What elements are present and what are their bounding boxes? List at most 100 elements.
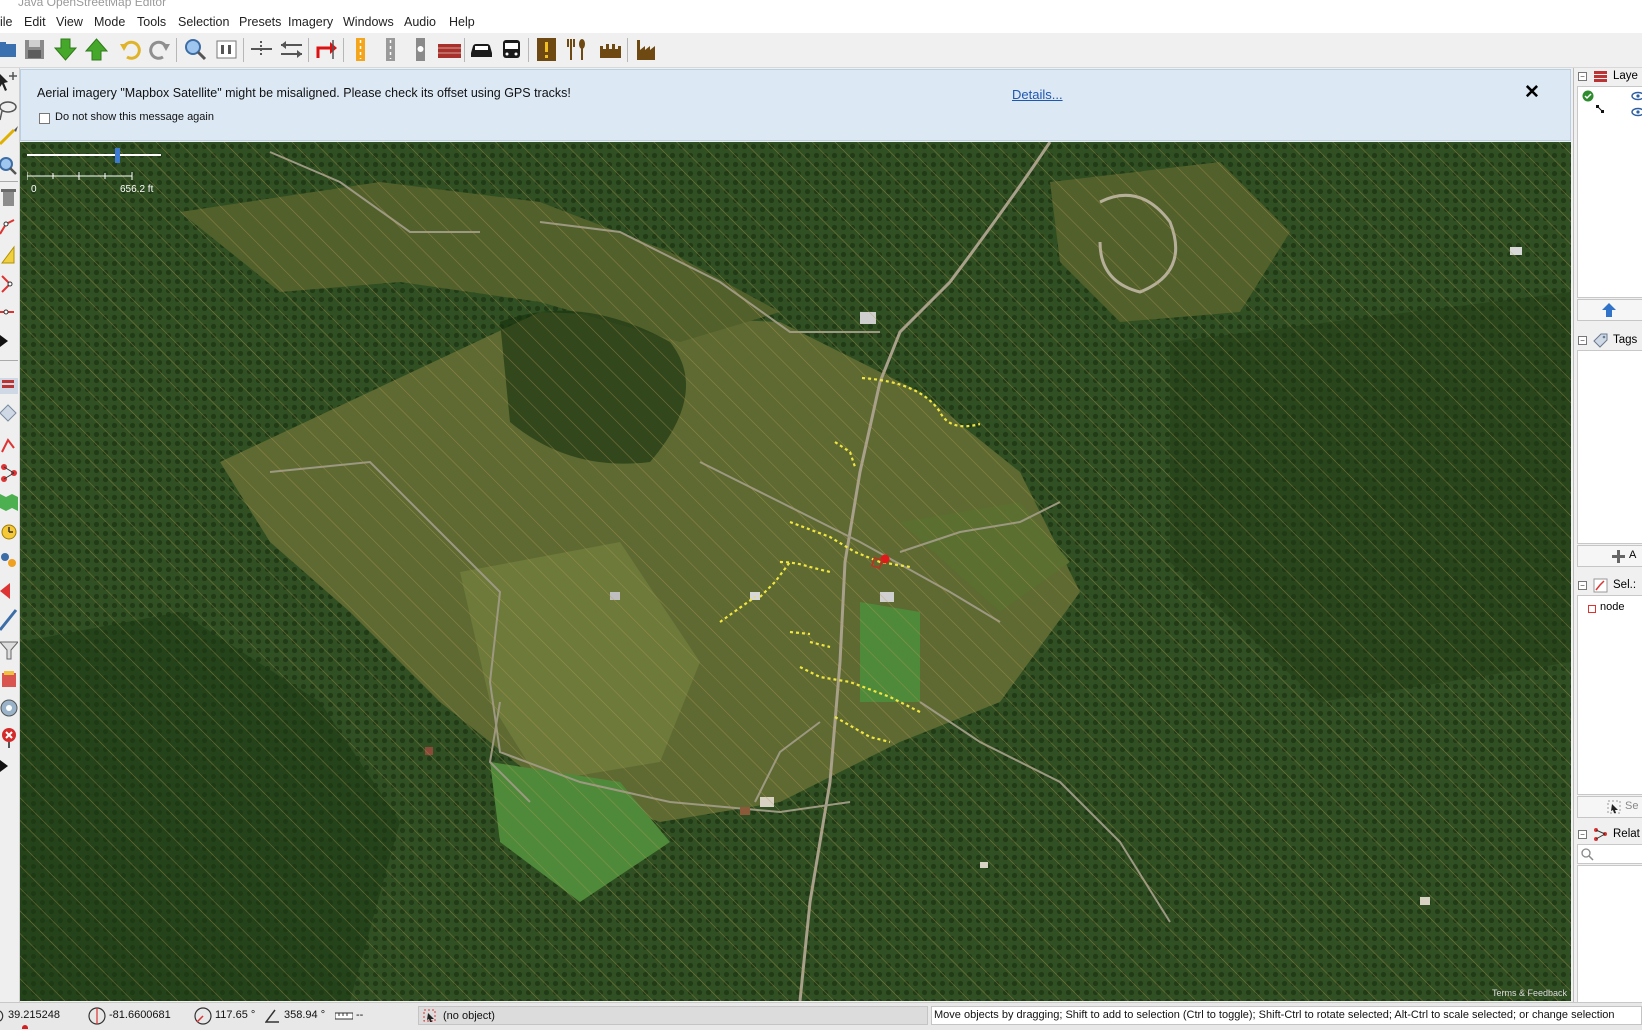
angle-value: 358.94 °	[284, 1009, 326, 1021]
warning-icon[interactable]	[533, 36, 560, 63]
window-title: Java OpenStreetMap Editor	[18, 0, 167, 9]
layers-dialog-title[interactable]: − Laye	[1574, 68, 1642, 86]
restaurant-icon[interactable]	[563, 36, 590, 63]
menu-presets[interactable]: Presets	[239, 15, 281, 29]
tags-toggle-icon[interactable]	[0, 403, 18, 427]
menu-windows[interactable]: Windows	[343, 15, 394, 29]
download-icon[interactable]	[52, 36, 79, 63]
menu-view[interactable]: View	[56, 15, 83, 29]
visibility-eye-icon[interactable]	[1631, 107, 1642, 117]
lasso-mode-icon[interactable]	[0, 98, 18, 122]
split-icon[interactable]	[0, 214, 18, 238]
menu-edit[interactable]: Edit	[24, 15, 46, 29]
zoom-mode-icon[interactable]	[0, 154, 18, 178]
dont-show-again-checkbox[interactable]	[39, 113, 50, 124]
traffic-light-icon[interactable]	[407, 36, 434, 63]
map-view[interactable]: 0 656.2 ft Terms & Feedback	[20, 142, 1571, 1001]
toolbar-separator	[176, 38, 177, 62]
visibility-eye-icon[interactable]	[1631, 91, 1642, 101]
measure-icon[interactable]	[0, 432, 18, 456]
layers-toggle-icon[interactable]	[0, 373, 18, 397]
collapse-toggle-icon[interactable]: −	[1578, 581, 1587, 590]
collapse-toggle-icon[interactable]: −	[1578, 336, 1587, 345]
pen-icon[interactable]	[0, 608, 18, 632]
layers-list[interactable]	[1577, 86, 1642, 298]
scale-start-label: 0	[31, 184, 37, 195]
preferences-icon[interactable]	[213, 36, 240, 63]
layers-title: Laye	[1613, 70, 1638, 82]
scale-distance-label: 656.2 ft	[120, 184, 154, 195]
cursor-icon	[423, 1009, 436, 1022]
toolbar-separator	[528, 38, 529, 62]
collapse-toggle-icon[interactable]: −	[1578, 72, 1587, 81]
menu-imagery[interactable]: Imagery	[288, 15, 333, 29]
save-icon[interactable]	[21, 36, 48, 63]
node-icon	[1588, 605, 1596, 613]
menu-audio[interactable]: Audio	[404, 15, 436, 29]
tags-dialog-title[interactable]: − Tags	[1574, 332, 1642, 350]
menu-tools[interactable]: Tools	[137, 15, 166, 29]
draw-mode-icon[interactable]	[0, 124, 18, 148]
error-marker-icon[interactable]	[0, 725, 18, 749]
highway-icon[interactable]	[347, 36, 374, 63]
upload-icon[interactable]	[83, 36, 110, 63]
selection-dialog-title[interactable]: − Sel.:	[1574, 577, 1642, 595]
car-icon[interactable]	[468, 36, 495, 63]
menu-mode[interactable]: Mode	[94, 15, 125, 29]
reverse-way-icon[interactable]	[313, 36, 340, 63]
active-layer-check-icon[interactable]	[1582, 90, 1594, 102]
imagery-adjust-icon[interactable]	[0, 696, 18, 720]
merge-nodes-icon[interactable]	[248, 36, 275, 63]
add-tag-button[interactable]: A	[1577, 545, 1642, 567]
conflict-icon[interactable]	[0, 549, 18, 573]
main-toolbar	[0, 33, 1642, 68]
selection-list[interactable]: node	[1577, 595, 1642, 795]
move-layer-up-button[interactable]	[1577, 299, 1642, 321]
road-icon[interactable]	[377, 36, 404, 63]
unglue-icon[interactable]	[0, 300, 18, 324]
menu-help[interactable]: Help	[449, 15, 475, 29]
zoom-icon[interactable]	[182, 36, 209, 63]
search-selection-label: Se	[1625, 800, 1639, 812]
relations-list[interactable]	[1577, 865, 1642, 1003]
selection-item-node[interactable]: node	[1600, 601, 1624, 613]
tags-table[interactable]	[1577, 350, 1642, 544]
layers-icon	[1594, 71, 1607, 82]
redo-icon[interactable]	[146, 36, 173, 63]
barrier-icon[interactable]	[436, 36, 463, 63]
history-icon[interactable]	[0, 520, 18, 544]
selection-list-icon	[1593, 578, 1608, 593]
imagery-attribution-link[interactable]: Terms & Feedback	[1492, 988, 1567, 998]
relations-toggle-icon[interactable]	[0, 461, 18, 485]
bus-icon[interactable]	[498, 36, 525, 63]
close-icon[interactable]: ✕	[1524, 81, 1540, 104]
selection-title: Sel.:	[1613, 579, 1637, 591]
notification-message: Aerial imagery "Mapbox Satellite" might …	[37, 86, 571, 100]
collapse-toggle-icon[interactable]: −	[1578, 830, 1587, 839]
split-way-icon[interactable]	[278, 36, 305, 63]
object-under-cursor-field: (no object)	[418, 1006, 928, 1025]
validator-icon[interactable]	[0, 579, 18, 603]
expand-arrow-icon[interactable]	[0, 754, 18, 778]
menu-selection[interactable]: Selection	[178, 15, 229, 29]
relation-search-field[interactable]	[1577, 844, 1642, 864]
expand-arrow-icon[interactable]	[0, 329, 18, 353]
select-mode-icon[interactable]	[0, 70, 18, 94]
map-paint-icon[interactable]	[0, 490, 18, 514]
toolbar-separator	[343, 38, 344, 62]
castle-icon[interactable]	[597, 36, 624, 63]
industrial-icon[interactable]	[633, 36, 660, 63]
undo-icon[interactable]	[117, 36, 144, 63]
open-icon[interactable]	[0, 36, 21, 63]
notes-icon[interactable]	[0, 667, 18, 691]
triangle-icon[interactable]	[0, 243, 18, 267]
search-selection-button[interactable]: Se	[1577, 796, 1642, 818]
delete-icon[interactable]	[0, 185, 18, 209]
relations-dialog-title[interactable]: − Relat	[1574, 826, 1642, 844]
hatched-area-overlay	[20, 142, 1571, 1001]
menu-file[interactable]: ile	[0, 15, 13, 29]
angle-icon	[265, 1009, 279, 1023]
filter-icon[interactable]	[0, 638, 18, 662]
details-link[interactable]: Details...	[1012, 87, 1063, 102]
combine-way-icon[interactable]	[0, 272, 18, 296]
